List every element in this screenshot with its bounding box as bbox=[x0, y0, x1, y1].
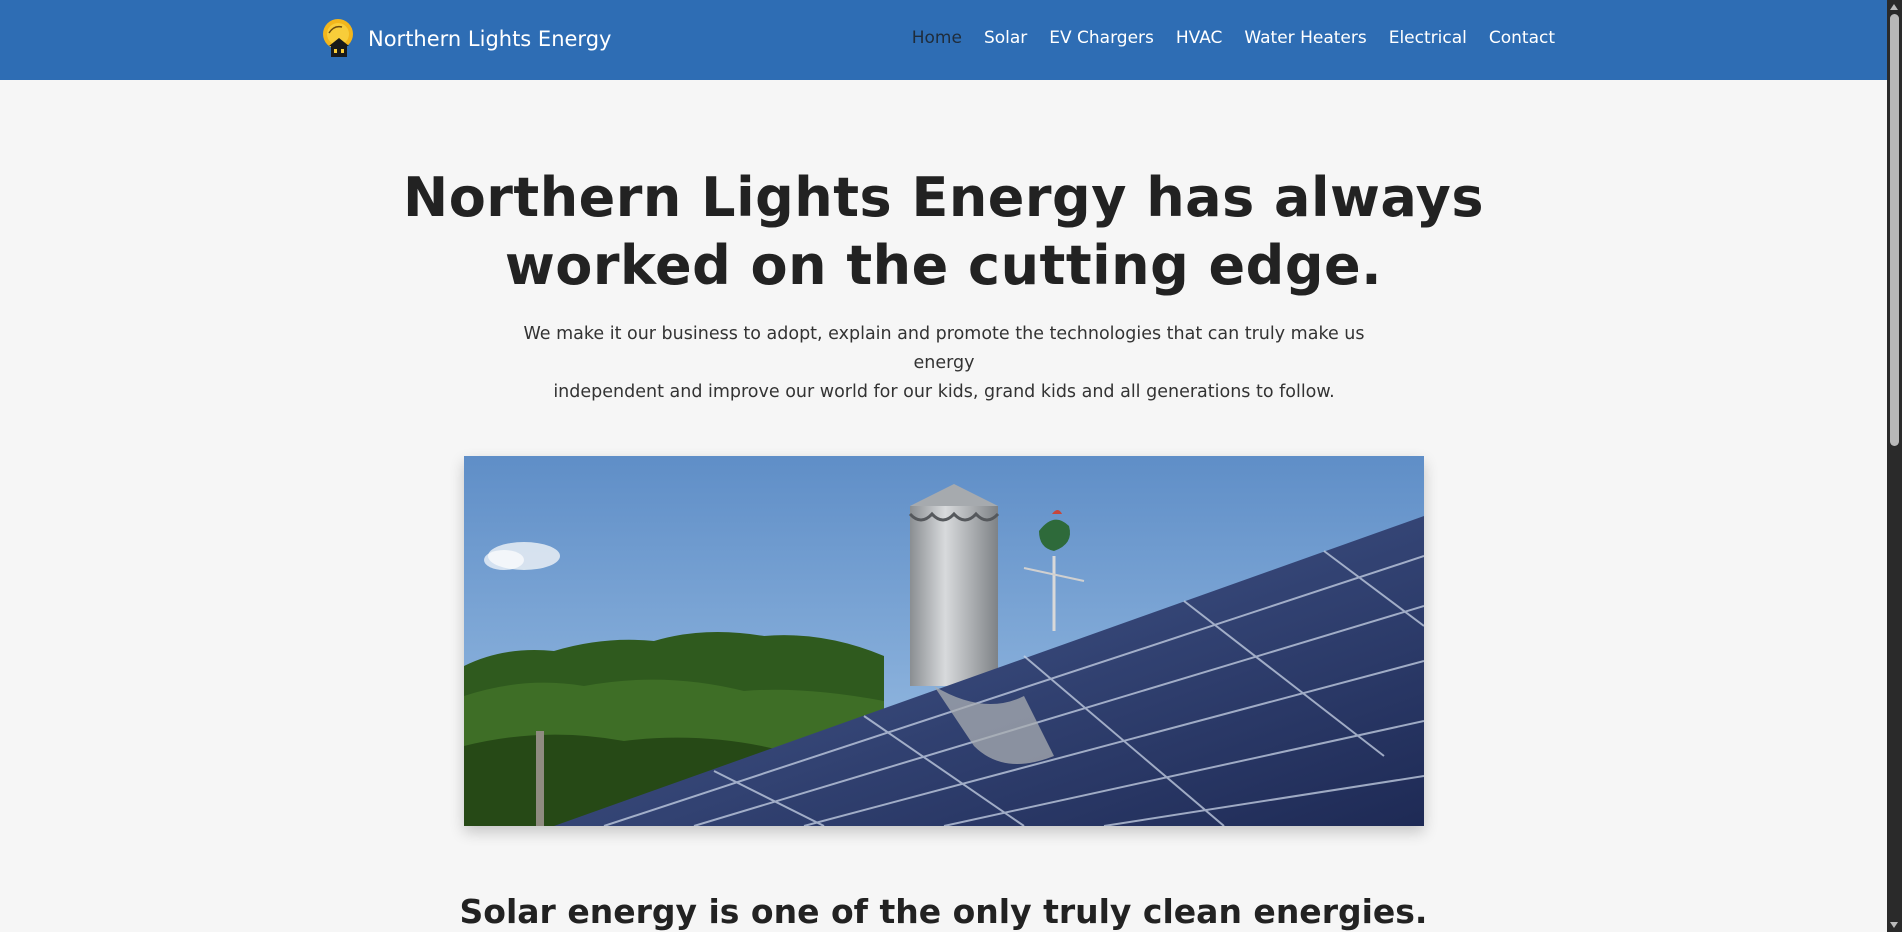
nav-electrical[interactable]: Electrical bbox=[1389, 28, 1467, 48]
page-scrollbar[interactable] bbox=[1887, 0, 1902, 932]
solar-roof-photo bbox=[464, 456, 1424, 826]
hero-subtitle-line-1: We make it our business to adopt, explai… bbox=[523, 324, 1365, 373]
nav-home[interactable]: Home bbox=[912, 28, 962, 48]
site-header: Northern Lights Energy Home Solar EV Cha… bbox=[0, 0, 1887, 80]
hero-subtitle-line-2: independent and improve our world for ou… bbox=[553, 382, 1335, 402]
brand-name: Northern Lights Energy bbox=[368, 27, 612, 51]
hero-title: Northern Lights Energy has always worked… bbox=[0, 164, 1887, 300]
scrollbar-thumb[interactable] bbox=[1890, 14, 1899, 446]
nav-hvac[interactable]: HVAC bbox=[1176, 28, 1223, 48]
hero-title-line-2: worked on the cutting edge. bbox=[504, 234, 1383, 297]
nav-ev-chargers[interactable]: EV Chargers bbox=[1049, 28, 1154, 48]
solar-roof-illustration bbox=[464, 456, 1424, 826]
nav-contact[interactable]: Contact bbox=[1489, 28, 1555, 48]
main-nav: Home Solar EV Chargers HVAC Water Heater… bbox=[912, 28, 1555, 48]
brand[interactable]: Northern Lights Energy bbox=[322, 19, 611, 59]
scroll-down-arrow-icon[interactable] bbox=[1890, 922, 1898, 928]
nav-solar[interactable]: Solar bbox=[984, 28, 1027, 48]
sun-house-logo-icon bbox=[323, 19, 353, 57]
nav-water-heaters[interactable]: Water Heaters bbox=[1244, 28, 1366, 48]
hero-subtitle: We make it our business to adopt, explai… bbox=[510, 320, 1378, 407]
hero-title-line-1: Northern Lights Energy has always bbox=[403, 166, 1484, 229]
main-content: Northern Lights Energy has always worked… bbox=[0, 80, 1887, 932]
section-title: Solar energy is one of the only truly cl… bbox=[459, 892, 1428, 931]
scroll-up-arrow-icon[interactable] bbox=[1890, 4, 1898, 10]
